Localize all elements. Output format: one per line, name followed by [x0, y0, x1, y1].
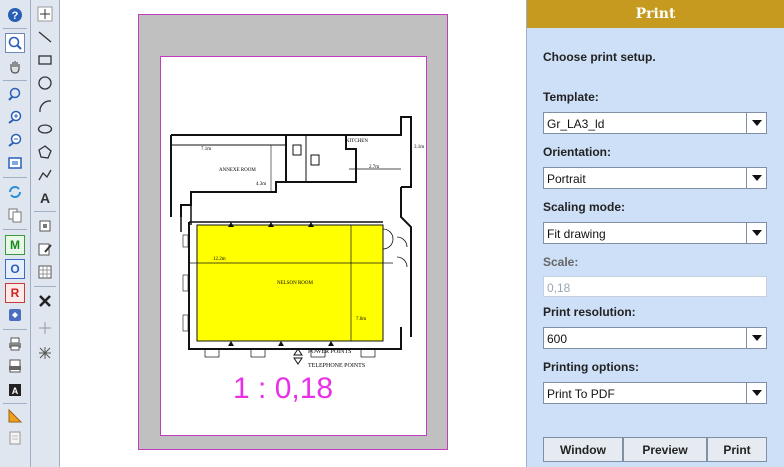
print-button[interactable]: Print: [707, 437, 767, 462]
scaling-mode-select[interactable]: Fit drawing: [543, 222, 767, 244]
dimension-top-label: 7.1m: [201, 147, 212, 152]
print-preview-icon[interactable]: [5, 356, 25, 376]
ellipse-tool-icon[interactable]: [35, 119, 55, 139]
layers-icon[interactable]: [5, 305, 25, 325]
dimension-kitchen-height-label: 3.1m: [414, 145, 425, 150]
chevron-down-icon[interactable]: [746, 113, 766, 133]
template-select[interactable]: Gr_LA3_ld: [543, 112, 767, 134]
scaling-mode-value: Fit drawing: [547, 227, 606, 241]
line-tool-icon[interactable]: [35, 27, 55, 47]
window-button[interactable]: Window: [543, 437, 623, 462]
nelson-room-label: NELSON ROOM: [277, 281, 313, 286]
edit-tool-icon[interactable]: [35, 239, 55, 259]
print-resolution-select[interactable]: 600: [543, 327, 767, 349]
orientation-label: Orientation:: [543, 145, 611, 159]
polyline-tool-icon[interactable]: [35, 165, 55, 185]
help-icon[interactable]: ?: [5, 5, 25, 25]
symbol-tool-icon[interactable]: [35, 216, 55, 236]
zoom-in-icon[interactable]: [5, 107, 25, 127]
print-intro-text: Choose print setup.: [543, 50, 656, 64]
o-mode-icon[interactable]: O: [5, 259, 25, 279]
svg-text:?: ?: [12, 10, 19, 22]
polygon-tool-icon[interactable]: [35, 142, 55, 162]
refresh-icon[interactable]: [5, 182, 25, 202]
snap-icon[interactable]: [35, 318, 55, 338]
r-mode-icon[interactable]: R: [5, 283, 25, 303]
explode-icon[interactable]: [35, 343, 55, 363]
print-page-area: ANNEXE ROOM KITCHEN NELSON ROOM 7.1m 4.3…: [138, 14, 448, 450]
scale-label: Scale:: [543, 255, 579, 269]
dimension-kitchen-width-label: 2.7m: [369, 165, 380, 170]
svg-text:A: A: [12, 386, 19, 396]
drawing-canvas[interactable]: ANNEXE ROOM KITCHEN NELSON ROOM 7.1m 4.3…: [60, 0, 525, 467]
drawing-toolbar: A: [31, 0, 60, 467]
preview-button[interactable]: Preview: [623, 437, 707, 462]
scale-ratio-label: 1 : 0,18: [233, 372, 334, 405]
zoom-out-icon[interactable]: [5, 130, 25, 150]
dimension-annexe-label: 4.3m: [256, 182, 267, 187]
dimension-nelson-height-label: 7.6m: [356, 317, 367, 322]
chevron-down-icon[interactable]: [746, 168, 766, 188]
scaling-mode-label: Scaling mode:: [543, 200, 626, 214]
panel-title: Print: [527, 0, 784, 28]
zoom-extents-icon[interactable]: [5, 153, 25, 173]
notes-icon[interactable]: [5, 428, 25, 448]
m-mode-icon[interactable]: M: [5, 235, 25, 255]
print-resolution-label: Print resolution:: [543, 305, 636, 319]
arc-tool-icon[interactable]: [35, 96, 55, 116]
main-toolbar: ? M O R A: [0, 0, 31, 467]
delete-icon[interactable]: [35, 291, 55, 311]
grid-tool-icon[interactable]: [35, 262, 55, 282]
legend-telephone-points: TELEPHONE POINTS: [308, 363, 366, 369]
export-icon[interactable]: A: [5, 380, 25, 400]
circle-tool-icon[interactable]: [35, 73, 55, 93]
orientation-value: Portrait: [547, 172, 586, 186]
pan-hand-icon[interactable]: [5, 57, 25, 77]
annexe-room-label: ANNEXE ROOM: [219, 168, 256, 173]
orientation-select[interactable]: Portrait: [543, 167, 767, 189]
scale-input[interactable]: 0,18: [543, 276, 767, 297]
printing-options-select[interactable]: Print To PDF: [543, 382, 767, 404]
rectangle-tool-icon[interactable]: [35, 50, 55, 70]
chevron-down-icon[interactable]: [746, 383, 766, 403]
zoom-window-icon[interactable]: [5, 84, 25, 104]
printing-options-value: Print To PDF: [547, 387, 615, 401]
print-panel: Print Choose print setup. Template: Gr_L…: [526, 0, 784, 467]
legend-power-points: POWER POINTS: [308, 349, 352, 355]
printer-icon[interactable]: [5, 334, 25, 354]
chevron-down-icon[interactable]: [746, 328, 766, 348]
chevron-down-icon[interactable]: [746, 223, 766, 243]
text-tool-icon[interactable]: A: [35, 188, 55, 208]
template-value: Gr_LA3_ld: [547, 117, 605, 131]
copy-icon[interactable]: [5, 205, 25, 225]
kitchen-label: KITCHEN: [346, 139, 368, 144]
select-point-icon[interactable]: [35, 4, 55, 24]
ruler-triangle-icon[interactable]: [5, 406, 25, 426]
template-label: Template:: [543, 90, 599, 104]
dimension-nelson-width-label: 12.2m: [213, 257, 226, 262]
zoom-tool-icon[interactable]: [5, 33, 25, 53]
printing-options-label: Printing options:: [543, 360, 639, 374]
print-resolution-value: 600: [547, 332, 568, 346]
